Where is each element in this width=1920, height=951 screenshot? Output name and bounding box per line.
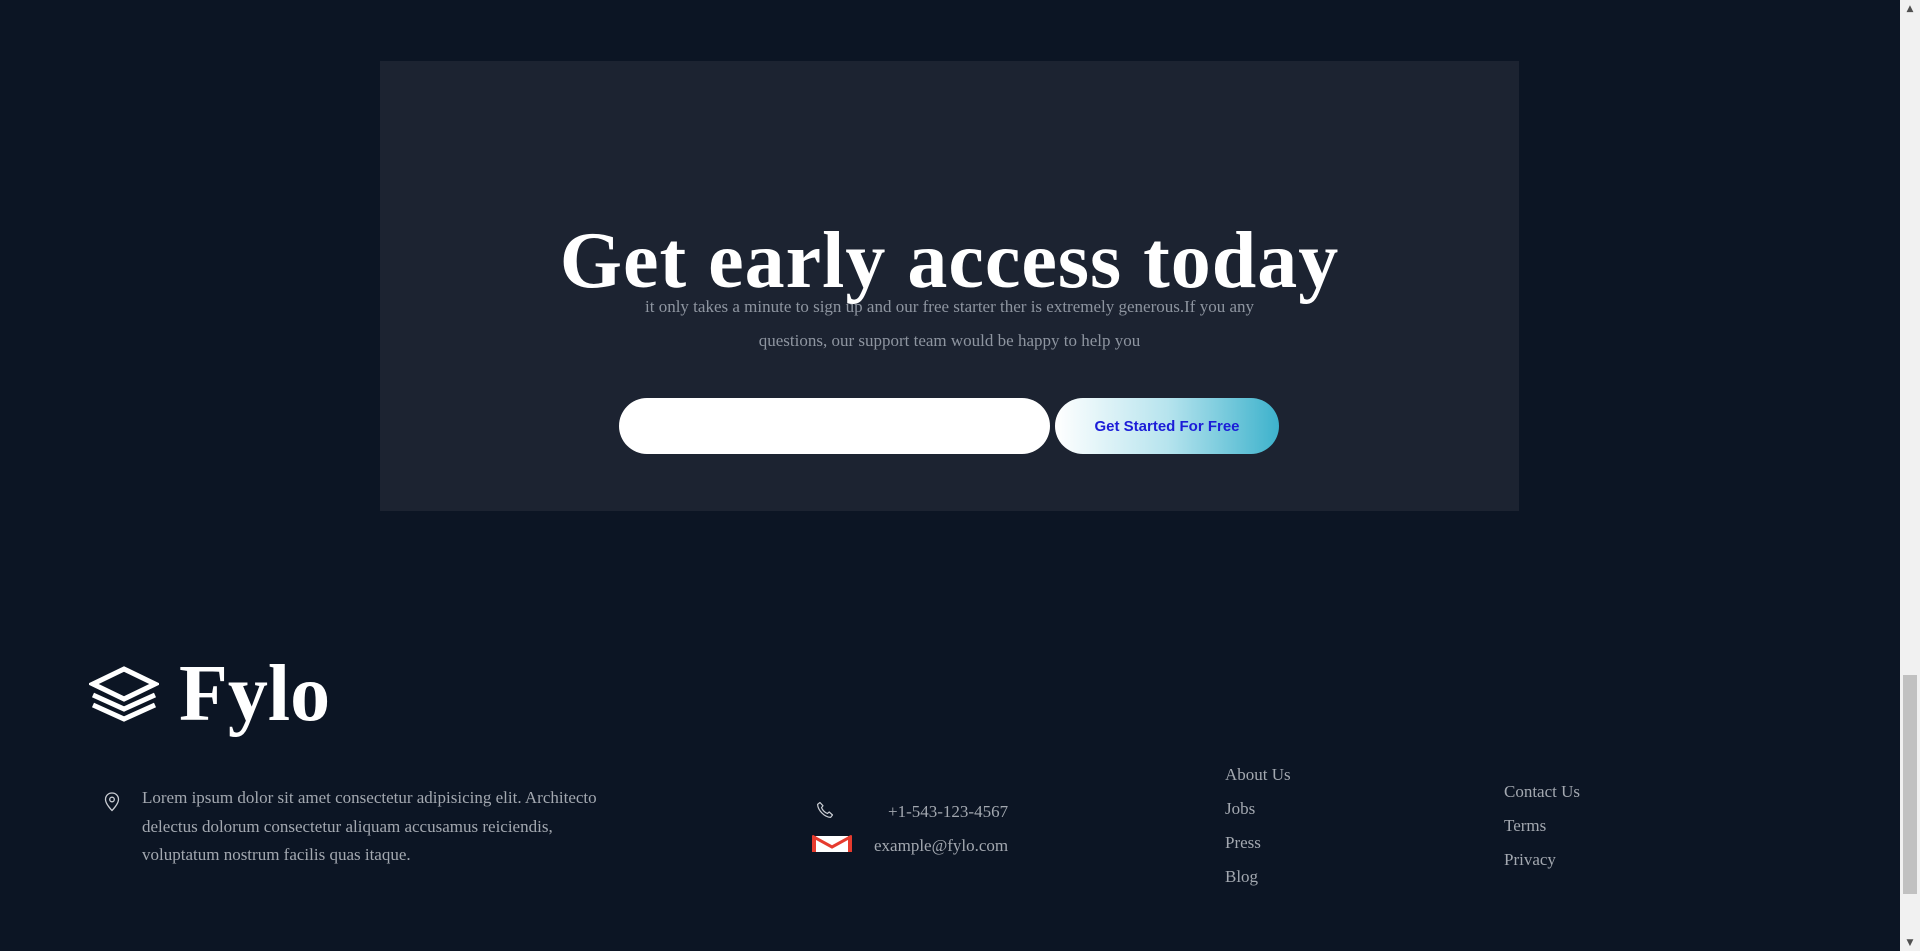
phone-icon [816, 801, 852, 824]
scroll-up-arrow-icon[interactable]: ▲ [1900, 0, 1920, 17]
address-block: Lorem ipsum dolor sit amet consectetur a… [104, 784, 622, 870]
get-started-button[interactable]: Get Started For Free [1055, 398, 1279, 454]
link-terms[interactable]: Terms [1504, 809, 1580, 843]
location-pin-icon [104, 792, 120, 870]
brand-name: Fylo [179, 650, 331, 738]
vertical-scrollbar[interactable]: ▲ ▼ [1900, 0, 1920, 951]
scroll-down-arrow-icon[interactable]: ▼ [1900, 934, 1920, 951]
scrollbar-thumb[interactable] [1903, 675, 1917, 894]
link-blog[interactable]: Blog [1225, 860, 1291, 894]
cta-description: it only takes a minute to sign up and ou… [645, 297, 1254, 350]
footer-links-col-2: Contact Us Terms Privacy [1504, 775, 1580, 877]
email-address[interactable]: example@fylo.com [874, 836, 1008, 856]
link-contact-us[interactable]: Contact Us [1504, 775, 1580, 809]
stacked-layers-icon [89, 666, 159, 722]
link-privacy[interactable]: Privacy [1504, 843, 1580, 877]
early-access-card: Get early access today it only takes a m… [380, 61, 1519, 511]
email-input[interactable] [619, 398, 1050, 454]
address-text: Lorem ipsum dolor sit amet consectetur a… [142, 788, 597, 864]
cta-title: Get early access today [559, 217, 1340, 305]
contact-block: +1-543-123-4567 example@fylo.com [811, 795, 1008, 863]
footer-links-col-1: About Us Jobs Press Blog [1225, 758, 1291, 894]
brand-logo[interactable]: Fylo [89, 654, 330, 734]
link-press[interactable]: Press [1225, 826, 1291, 860]
email-row: example@fylo.com [811, 829, 1008, 863]
link-jobs[interactable]: Jobs [1225, 792, 1291, 826]
link-about-us[interactable]: About Us [1225, 758, 1291, 792]
phone-number[interactable]: +1-543-123-4567 [888, 802, 1008, 822]
phone-row: +1-543-123-4567 [812, 795, 1008, 829]
gmail-icon [811, 834, 854, 858]
